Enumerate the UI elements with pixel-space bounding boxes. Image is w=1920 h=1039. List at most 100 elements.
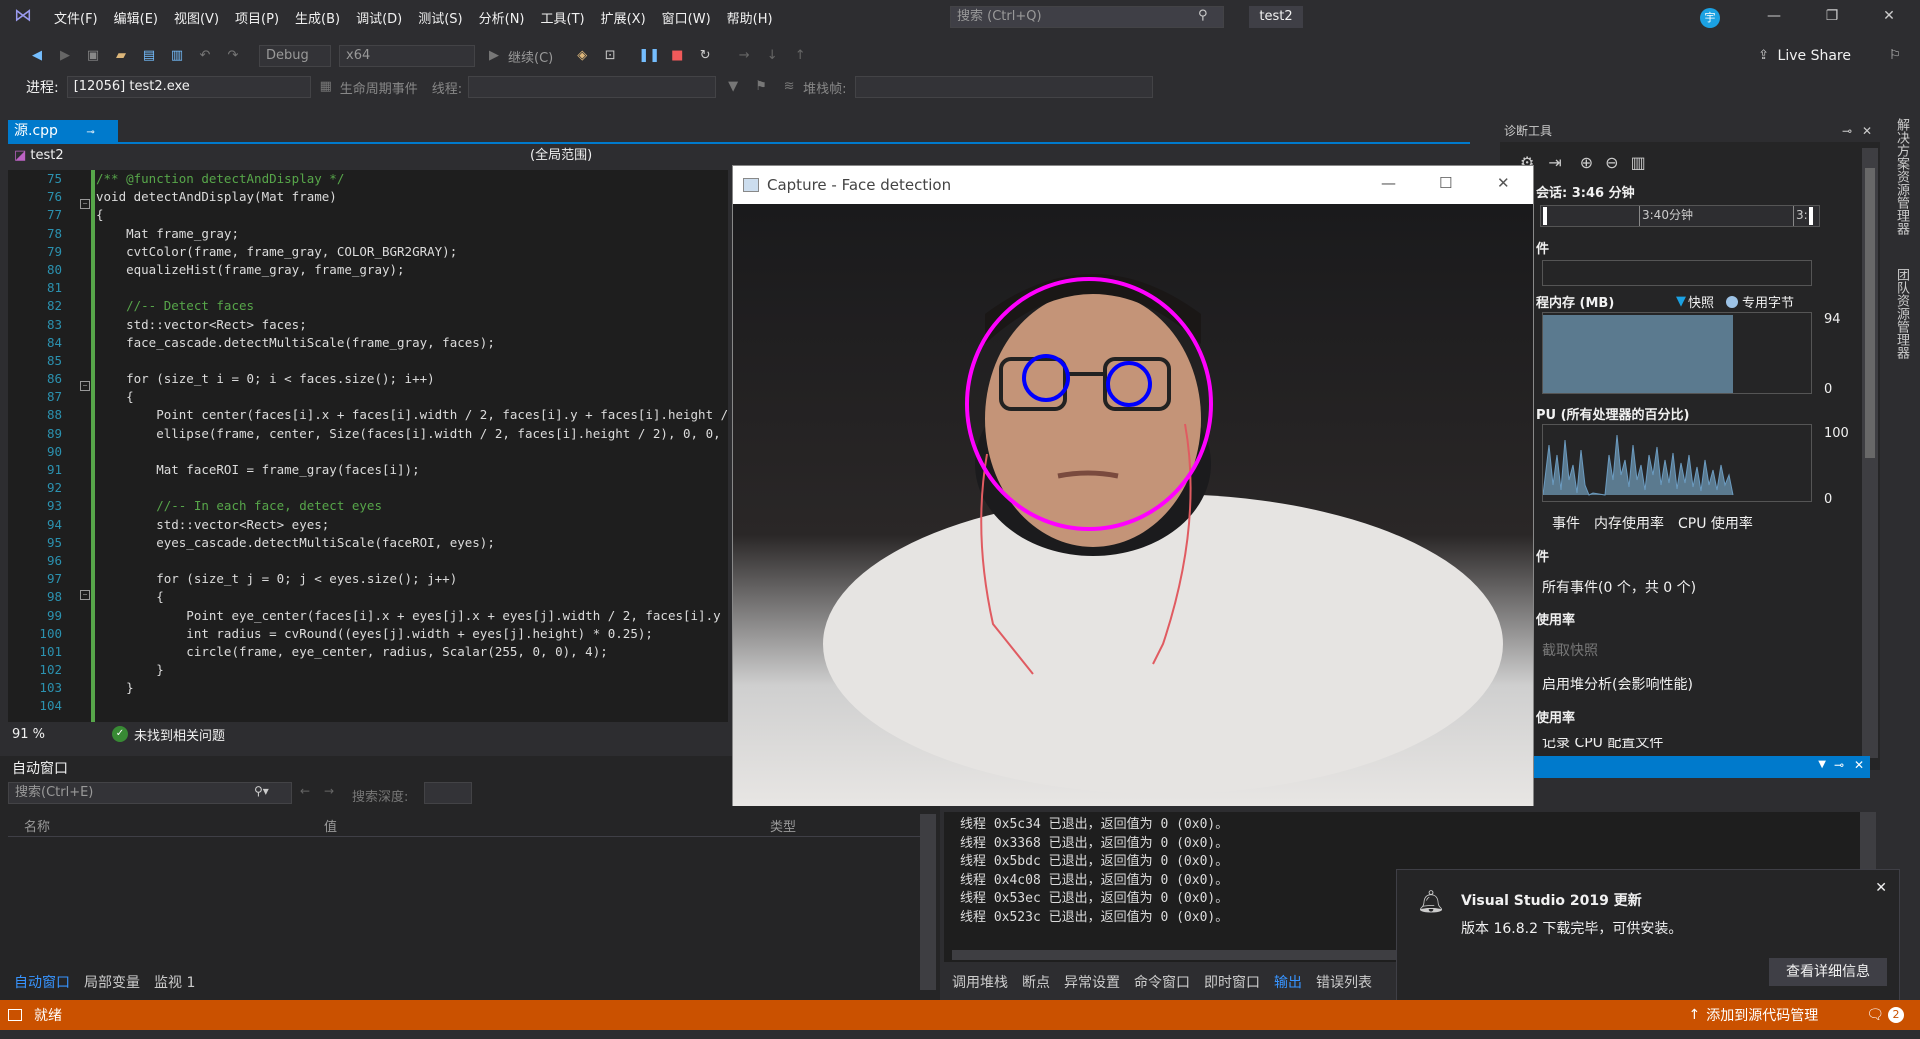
column-type[interactable]: 类型	[770, 816, 796, 835]
tab-output-4[interactable]: 即时窗口	[1204, 972, 1260, 992]
timeline-handle[interactable]	[1809, 207, 1813, 225]
maximize-icon[interactable]: ❐	[1809, 0, 1855, 32]
code-line[interactable]: cvtColor(frame, frame_gray, COLOR_BGR2GR…	[96, 243, 728, 261]
step-over-icon[interactable]: →	[733, 45, 755, 67]
minimize-icon[interactable]: —	[1381, 174, 1396, 192]
code-line[interactable]: }	[96, 679, 728, 697]
pin-icon[interactable]: ⊸	[1842, 120, 1852, 142]
close-icon[interactable]: ✕	[1866, 0, 1912, 32]
close-icon[interactable]: ✕	[1497, 174, 1510, 192]
code-line[interactable]: face_cascade.detectMultiScale(frame_gray…	[96, 334, 728, 352]
maximize-icon[interactable]: ☐	[1439, 174, 1452, 192]
view-details-button[interactable]: 查看详细信息	[1769, 958, 1887, 986]
project-scope-dropdown[interactable]: ◪ test2	[8, 146, 488, 168]
filter-icon[interactable]: ▼	[722, 76, 744, 98]
heap-profiling-button[interactable]: 启用堆分析(会影响性能)	[1542, 674, 1693, 694]
thread-dropdown[interactable]	[468, 76, 717, 98]
save-icon[interactable]: ▤	[138, 45, 160, 67]
code-line[interactable]: void detectAndDisplay(Mat frame)	[96, 188, 728, 206]
diag-tab[interactable]: CPU 使用率	[1678, 513, 1753, 533]
code-line[interactable]	[96, 352, 728, 370]
code-line[interactable]: for (size_t j = 0; j < eyes.size(); j++)	[96, 570, 728, 588]
notification-close-icon[interactable]: ✕	[1875, 880, 1887, 896]
solution-explorer-tab[interactable]: 解决方案资源管理器	[1892, 118, 1911, 235]
fold-icon[interactable]: −	[80, 199, 90, 209]
code-line[interactable]: {	[96, 388, 728, 406]
code-editor[interactable]: 75 76 77 78 79 80 81 82 83 84 85 86 87 88 89 90 91 92 93 94…	[8, 170, 728, 722]
tab-autos-0[interactable]: 自动窗口	[14, 972, 70, 992]
zoom-out-icon[interactable]: ⊖	[1605, 153, 1618, 172]
redo-icon[interactable]: ↷	[222, 45, 244, 67]
all-events-link[interactable]: 所有事件(0 个，共 0 个)	[1542, 577, 1696, 597]
tab-autos-2[interactable]: 监视 1	[154, 972, 195, 992]
menu-item[interactable]: 工具(T)	[541, 8, 585, 27]
fold-icon[interactable]: −	[80, 590, 90, 600]
code-line[interactable]	[96, 479, 728, 497]
diag-tab[interactable]: 内存使用率	[1594, 513, 1664, 533]
menu-item[interactable]: 帮助(H)	[727, 8, 773, 27]
autos-search-input[interactable]: 搜索(Ctrl+E)	[8, 782, 292, 804]
output-hscrollbar[interactable]	[952, 950, 1402, 960]
code-line[interactable]: std::vector<Rect> eyes;	[96, 516, 728, 534]
continue-button[interactable]: 继续(C)	[508, 47, 553, 66]
tab-source-cpp[interactable]: 源.cpp ⊸ ✕	[8, 120, 118, 163]
search-depth-dropdown[interactable]	[424, 782, 472, 804]
forward-icon[interactable]: ▶	[54, 45, 76, 67]
open-icon[interactable]: ▰	[110, 45, 132, 67]
pin-icon[interactable]: ⊸	[1834, 758, 1844, 772]
menu-item[interactable]: 分析(N)	[479, 8, 525, 27]
close-icon[interactable]: ✕	[1854, 758, 1864, 772]
menu-item[interactable]: 项目(P)	[235, 8, 279, 27]
browser-icon[interactable]: ⊡	[599, 45, 621, 67]
step-into-icon[interactable]: ↓	[761, 45, 783, 67]
menu-item[interactable]: 扩展(X)	[601, 8, 646, 27]
live-share-button[interactable]: Live Share	[1778, 48, 1851, 64]
code-line[interactable]: Point center(faces[i].x + faces[i].width…	[96, 406, 728, 424]
search-input[interactable]: 搜索 (Ctrl+Q)	[950, 6, 1224, 28]
feedback-icon[interactable]: ⚐	[1884, 45, 1906, 67]
column-name[interactable]: 名称	[24, 816, 50, 835]
code-line[interactable]: for (size_t i = 0; i < faces.size(); i++…	[96, 370, 728, 388]
tab-output-5[interactable]: 输出	[1274, 972, 1302, 992]
tab-output-1[interactable]: 断点	[1022, 972, 1050, 992]
debug-target-icon[interactable]: ◈	[571, 45, 593, 67]
report-icon[interactable]: ▥	[1631, 153, 1646, 172]
timeline-handle[interactable]	[1543, 207, 1547, 225]
tab-autos-1[interactable]: 局部变量	[84, 972, 140, 992]
menu-item[interactable]: 测试(S)	[418, 8, 462, 27]
team-explorer-tab[interactable]: 团队资源管理器	[1892, 268, 1911, 359]
code-line[interactable]: {	[96, 588, 728, 606]
platform-dropdown[interactable]: x64	[339, 45, 475, 67]
stop-icon[interactable]: ■	[666, 45, 688, 67]
fold-icon[interactable]: −	[80, 381, 90, 391]
menu-item[interactable]: 视图(V)	[174, 8, 219, 27]
capture-title-bar[interactable]: Capture - Face detection — ☐ ✕	[733, 166, 1533, 204]
search-icon[interactable]: ⚲▾	[254, 784, 269, 798]
minimize-icon[interactable]: —	[1751, 0, 1797, 32]
code-text[interactable]: /** @function detectAndDisplay */void de…	[96, 170, 728, 722]
notifications-icon[interactable]: 🗨︎	[1866, 1007, 1884, 1023]
step-out-icon[interactable]: ↑	[789, 45, 811, 67]
configuration-dropdown[interactable]: Debug	[259, 45, 331, 67]
code-line[interactable]: circle(frame, eye_center, radius, Scalar…	[96, 643, 728, 661]
menu-item[interactable]: 生成(B)	[295, 8, 340, 27]
forward-icon[interactable]: →	[324, 784, 334, 798]
diag-tab[interactable]: 事件	[1552, 513, 1580, 533]
export-icon[interactable]: ⇥	[1548, 153, 1561, 172]
process-dropdown[interactable]: [12056] test2.exe	[66, 76, 311, 98]
tab-output-3[interactable]: 命令窗口	[1134, 972, 1190, 992]
tab-output-6[interactable]: 错误列表	[1316, 972, 1372, 992]
code-line[interactable]: //-- Detect faces	[96, 297, 728, 315]
pause-icon[interactable]: ❚❚	[638, 45, 660, 67]
back-icon[interactable]: ◀	[26, 45, 48, 67]
code-line[interactable]	[96, 443, 728, 461]
issues-status[interactable]: 未找到相关问题	[134, 725, 225, 744]
code-line[interactable]: ellipse(frame, center, Size(faces[i].wid…	[96, 425, 728, 443]
code-line[interactable]: {	[96, 206, 728, 224]
timeline-ruler[interactable]: 3:40分钟 3:	[1540, 205, 1820, 227]
menu-item[interactable]: 文件(F)	[54, 8, 98, 27]
code-line[interactable]	[96, 279, 728, 297]
restart-icon[interactable]: ↻	[694, 45, 716, 67]
code-line[interactable]: Point eye_center(faces[i].x + eyes[j].x …	[96, 607, 728, 625]
menu-item[interactable]: 窗口(W)	[662, 8, 711, 27]
